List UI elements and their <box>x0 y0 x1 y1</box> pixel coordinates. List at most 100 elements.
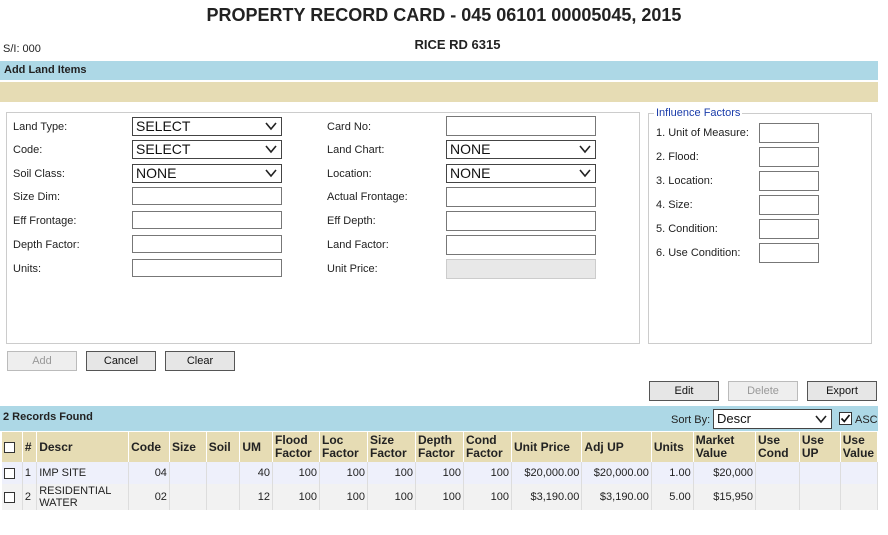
column-header[interactable]: Flood Factor <box>272 432 321 462</box>
table-row[interactable]: 1 IMP SITE 04 40 100 100 100 100 100 $20… <box>2 462 879 484</box>
sort-by-label: Sort By: <box>671 414 711 426</box>
column-header[interactable]: Market Value <box>693 432 756 462</box>
add-land-items-header: Add Land Items <box>0 61 878 80</box>
column-header[interactable]: # <box>22 432 38 462</box>
soil-cell <box>206 462 241 484</box>
land-chart-select[interactable]: NONE <box>446 140 596 159</box>
section-divider-bar <box>0 82 878 102</box>
influence-label-use-condition: 6. Use Condition: <box>656 247 741 259</box>
influence-label-unit-of-measure: 1. Unit of Measure: <box>656 127 749 139</box>
column-header[interactable]: Code <box>128 432 170 462</box>
eff-depth-input[interactable] <box>446 211 596 231</box>
depth-factor-input[interactable] <box>132 235 282 253</box>
use-cond-cell <box>755 462 800 484</box>
add-button[interactable]: Add <box>7 351 77 371</box>
asc-label: ASC <box>855 414 878 426</box>
column-header[interactable]: Units <box>651 432 694 462</box>
row-checkbox[interactable] <box>4 467 15 479</box>
use-value-cell <box>840 462 879 484</box>
soil-class-value: NONE <box>136 165 177 181</box>
sort-by-value: Descr <box>717 411 751 426</box>
cancel-button[interactable]: Cancel <box>86 351 156 371</box>
unit-price-cell: $20,000.00 <box>511 462 583 484</box>
column-header[interactable]: Adj UP <box>581 432 652 462</box>
um-cell: 12 <box>239 484 274 510</box>
card-no-input[interactable] <box>446 116 596 136</box>
depth-factor-label: Depth Factor: <box>13 239 80 251</box>
column-header[interactable]: Loc Factor <box>319 432 368 462</box>
delete-button[interactable]: Delete <box>728 381 798 401</box>
size-dim-input[interactable] <box>132 187 282 205</box>
land-factor-label: Land Factor: <box>327 239 389 251</box>
influence-location-input[interactable] <box>759 171 819 191</box>
eff-frontage-input[interactable] <box>132 211 282 229</box>
land-factor-input[interactable] <box>446 235 596 255</box>
adj-up-cell: $20,000.00 <box>581 462 652 484</box>
code-cell: 04 <box>128 462 170 484</box>
card-no-label: Card No: <box>327 121 372 133</box>
page-title: PROPERTY RECORD CARD - 045 06101 0000504… <box>206 5 682 25</box>
table-row[interactable]: 2 RESIDENTIAL WATER 02 12 100 100 100 10… <box>2 484 879 510</box>
actual-frontage-input[interactable] <box>446 187 596 207</box>
soil-cell <box>206 484 241 510</box>
column-header[interactable]: Descr <box>36 432 130 462</box>
size-factor-cell: 100 <box>367 462 416 484</box>
chevron-down-icon <box>579 169 591 178</box>
influence-label-size: 4. Size: <box>656 199 693 211</box>
records-count: 2 Records Found <box>3 411 93 423</box>
column-header[interactable]: Soil <box>206 432 241 462</box>
column-header[interactable]: Cond Factor <box>463 432 512 462</box>
influence-size-input[interactable] <box>759 195 819 215</box>
influence-use-condition-input[interactable] <box>759 243 819 263</box>
location-value: NONE <box>450 165 491 181</box>
influence-condition-input[interactable] <box>759 219 819 239</box>
export-button[interactable]: Export <box>807 381 877 401</box>
descr-cell: IMP SITE <box>36 462 130 484</box>
size-dim-label: Size Dim: <box>13 191 61 203</box>
select-all-checkbox[interactable] <box>4 441 15 453</box>
depth-factor-cell: 100 <box>415 484 464 510</box>
code-value: SELECT <box>136 141 191 157</box>
code-cell: 02 <box>128 484 170 510</box>
column-header[interactable]: Size Factor <box>367 432 416 462</box>
column-header[interactable]: Use Value <box>840 432 879 462</box>
edit-button[interactable]: Edit <box>649 381 719 401</box>
use-up-cell <box>799 462 841 484</box>
column-header[interactable]: Use Cond <box>755 432 800 462</box>
market-value-cell: $15,950 <box>693 484 756 510</box>
influence-flood-input[interactable] <box>759 147 819 167</box>
chevron-down-icon <box>265 122 277 131</box>
row-select-cell <box>2 462 23 484</box>
column-header[interactable]: Use UP <box>799 432 841 462</box>
column-header[interactable]: Depth Factor <box>415 432 464 462</box>
soil-class-select[interactable]: NONE <box>132 164 282 183</box>
column-header[interactable]: Unit Price <box>511 432 583 462</box>
column-header[interactable]: UM <box>239 432 274 462</box>
units-cell: 5.00 <box>651 484 694 510</box>
table-header-row: # Descr Code Size Soil UM Flood Factor L… <box>2 432 879 462</box>
influence-unit-of-measure-input[interactable] <box>759 123 819 143</box>
row-checkbox[interactable] <box>4 491 15 503</box>
column-header[interactable]: Size <box>169 432 207 462</box>
code-select[interactable]: SELECT <box>132 140 282 159</box>
unit-price-cell: $3,190.00 <box>511 484 583 510</box>
use-value-cell <box>840 484 879 510</box>
land-type-label: Land Type: <box>13 121 68 133</box>
land-chart-value: NONE <box>450 141 491 157</box>
units-cell: 1.00 <box>651 462 694 484</box>
clear-button[interactable]: Clear <box>165 351 235 371</box>
adj-up-cell: $3,190.00 <box>581 484 652 510</box>
loc-factor-cell: 100 <box>319 484 368 510</box>
chevron-down-icon <box>815 415 827 424</box>
asc-checkbox[interactable] <box>839 412 852 425</box>
units-input[interactable] <box>132 259 282 277</box>
land-type-select[interactable]: SELECT <box>132 117 282 136</box>
location-label: Location: <box>327 168 372 180</box>
land-items-table: # Descr Code Size Soil UM Flood Factor L… <box>2 432 879 510</box>
location-select[interactable]: NONE <box>446 164 596 183</box>
descr-cell: RESIDENTIAL WATER <box>36 484 130 510</box>
sort-by-select[interactable]: Descr <box>713 409 832 429</box>
um-cell: 40 <box>239 462 274 484</box>
actual-frontage-label: Actual Frontage: <box>327 191 408 203</box>
chevron-down-icon <box>265 169 277 178</box>
